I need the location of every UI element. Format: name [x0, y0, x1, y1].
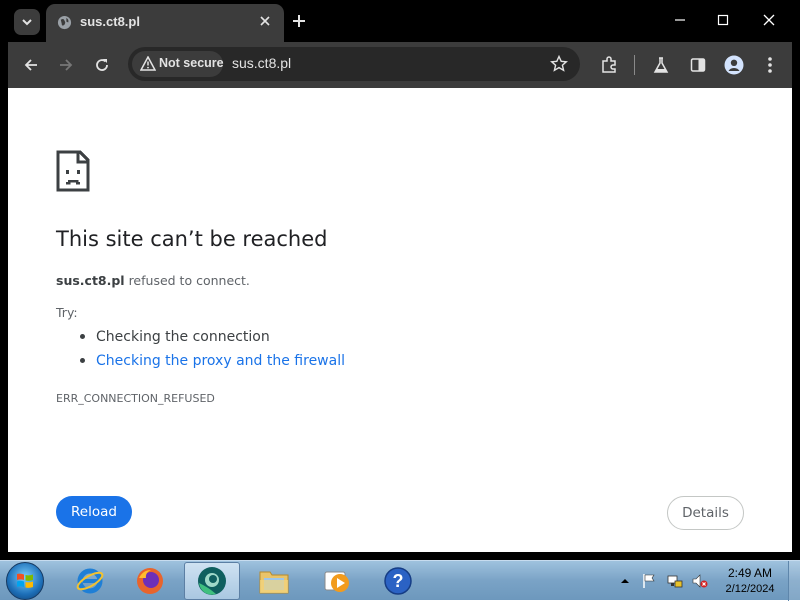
back-button[interactable]: [20, 54, 42, 76]
tab-title: sus.ct8.pl: [80, 14, 140, 29]
flask-icon: [653, 57, 669, 73]
media-player-icon: [324, 571, 349, 592]
close-tab-icon[interactable]: [258, 14, 272, 28]
volume-muted-icon[interactable]: [692, 573, 708, 589]
maximize-button[interactable]: [708, 8, 738, 32]
try-label: Try:: [56, 305, 78, 320]
help-icon: ?: [384, 567, 412, 595]
reload-toolbar-button[interactable]: [91, 54, 113, 76]
action-center-flag-icon[interactable]: [641, 573, 657, 589]
error-code: ERR_CONNECTION_REFUSED: [56, 392, 215, 405]
warning-icon: [140, 56, 156, 71]
page-title: This site can’t be reached: [56, 227, 328, 251]
details-button[interactable]: Details: [667, 496, 744, 530]
file-explorer-icon: [259, 571, 289, 594]
suggestion-check-proxy-link[interactable]: Checking the proxy and the firewall: [78, 352, 345, 376]
windows-logo-icon: [17, 573, 33, 588]
reload-button[interactable]: Reload: [56, 496, 132, 528]
toolbar-separator: [634, 55, 635, 75]
security-chip[interactable]: Not secure: [132, 51, 224, 77]
minimize-icon: [675, 19, 685, 21]
taskbar: ? 2:49 AM 2/12/2024: [0, 560, 800, 601]
start-button[interactable]: [6, 562, 44, 600]
forward-button[interactable]: [55, 54, 77, 76]
forward-arrow-icon: [60, 59, 73, 71]
taskbar-file-explorer[interactable]: [246, 562, 302, 600]
taskbar-firefox[interactable]: [122, 562, 178, 600]
profile-button[interactable]: [723, 54, 745, 76]
clock-time[interactable]: 2:49 AM: [720, 566, 780, 580]
browser-window: sus.ct8.pl Not secure sus.ct8.pl This si…: [0, 0, 800, 560]
new-tab-icon[interactable]: [290, 12, 308, 30]
menu-button[interactable]: [759, 54, 781, 76]
error-reason: refused to connect.: [124, 273, 250, 288]
security-chip-label: Not secure: [159, 56, 224, 70]
clock-date[interactable]: 2/12/2024: [718, 583, 782, 595]
tab-strip: sus.ct8.pl: [0, 0, 800, 42]
minimize-button[interactable]: [665, 8, 695, 32]
error-host: sus.ct8.pl: [56, 273, 125, 288]
taskbar-help[interactable]: ?: [370, 562, 426, 600]
suggestion-check-connection: Checking the connection: [78, 328, 345, 352]
network-icon[interactable]: [667, 573, 683, 589]
side-panel-button[interactable]: [687, 54, 709, 76]
tab-active[interactable]: sus.ct8.pl: [46, 4, 284, 42]
bookmark-star-icon[interactable]: [550, 55, 568, 73]
taskbar-media-player[interactable]: [308, 562, 364, 600]
chevron-down-icon: [22, 19, 32, 26]
error-page: This site can’t be reached sus.ct8.pl re…: [8, 88, 792, 552]
internet-explorer-icon: [76, 568, 104, 594]
chrome-icon: [198, 567, 226, 595]
url-text[interactable]: sus.ct8.pl: [232, 55, 291, 71]
taskbar-chrome[interactable]: [184, 562, 240, 600]
firefox-icon: [137, 568, 163, 594]
error-description: sus.ct8.pl refused to connect.: [56, 273, 250, 288]
maximize-icon: [717, 14, 729, 26]
close-icon: [763, 14, 775, 26]
refresh-icon: [96, 59, 108, 71]
back-arrow-icon: [24, 59, 37, 71]
svg-text:?: ?: [393, 571, 404, 591]
show-hidden-icons-icon[interactable]: [620, 576, 630, 586]
extensions-button[interactable]: [598, 54, 620, 76]
show-desktop-button[interactable]: [788, 561, 800, 601]
puzzle-icon: [602, 56, 616, 73]
tab-search-button[interactable]: [14, 9, 40, 35]
suggestion-list: Checking the connection Checking the pro…: [78, 328, 345, 376]
sad-page-icon: [56, 150, 90, 192]
more-vert-icon: [768, 57, 772, 73]
taskbar-internet-explorer[interactable]: [62, 562, 118, 600]
globe-icon: [57, 15, 72, 30]
avatar-icon: [724, 55, 744, 75]
address-bar[interactable]: Not secure sus.ct8.pl: [128, 47, 580, 81]
labs-button[interactable]: [650, 54, 672, 76]
browser-toolbar: Not secure sus.ct8.pl: [8, 42, 792, 88]
side-panel-icon: [690, 58, 706, 72]
close-window-button[interactable]: [754, 8, 784, 32]
